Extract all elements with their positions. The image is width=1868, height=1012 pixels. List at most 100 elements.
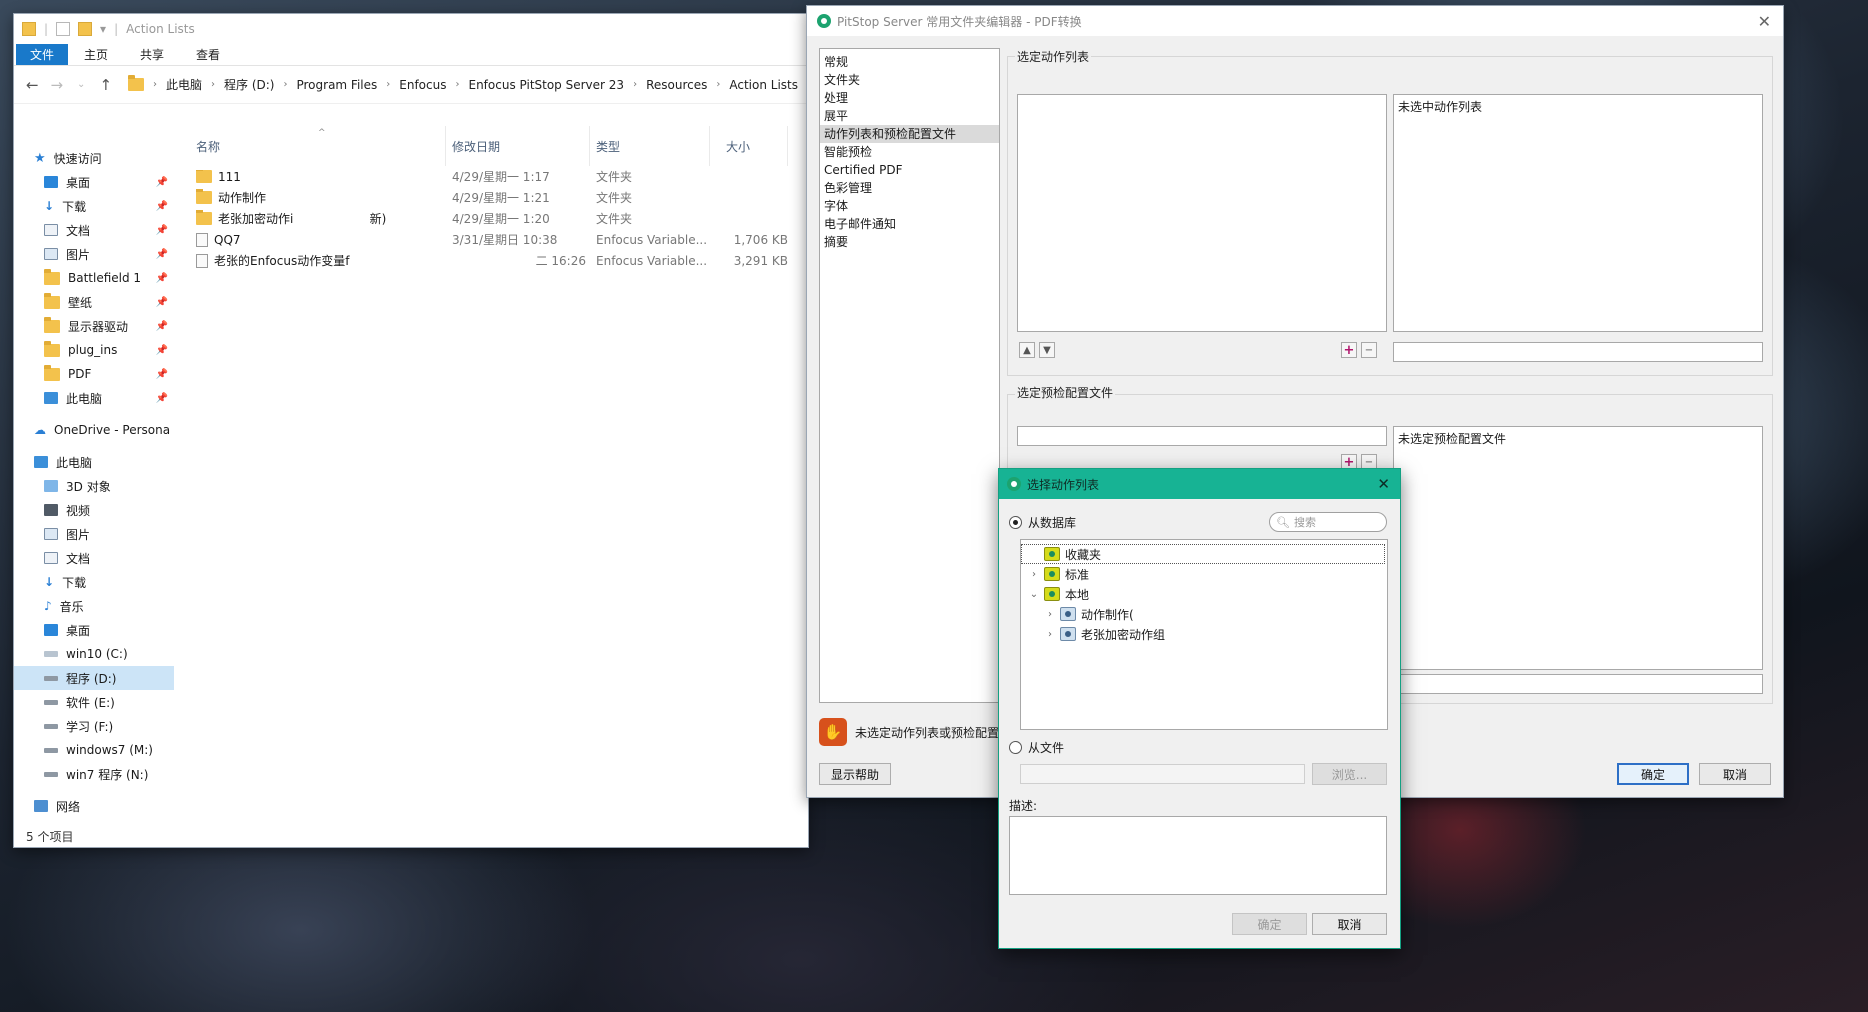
pin-icon[interactable]: 📌 xyxy=(156,345,168,356)
from-file-option[interactable]: 从文件 xyxy=(1009,739,1064,756)
breadcrumb-item[interactable]: Enfocus PitStop Server 23 xyxy=(468,78,624,92)
properties-checkbox-icon[interactable] xyxy=(56,22,71,36)
nav-wallpaper[interactable]: 壁纸 📌 xyxy=(14,290,174,314)
nav-pictures[interactable]: 图片 📌 xyxy=(14,242,174,266)
pin-icon[interactable]: 📌 xyxy=(156,369,168,380)
tree-node-favorites[interactable]: 收藏夹 xyxy=(1021,544,1385,564)
breadcrumb-item[interactable]: 此电脑 xyxy=(166,76,202,93)
browse-button[interactable]: 浏览... xyxy=(1312,763,1387,785)
table-row[interactable]: 动作制作 4/29/星期一 1:21 文件夹 xyxy=(190,187,808,208)
category-item-selected[interactable]: 动作列表和预检配置文件 xyxy=(820,125,999,143)
table-row[interactable]: QQ7 3/31/星期日 10:38 Enfocus Variable... 1… xyxy=(190,229,808,250)
breadcrumb-item[interactable]: 程序 (D:) xyxy=(224,76,274,93)
pin-icon[interactable]: 📌 xyxy=(156,177,168,188)
action-list-name-field[interactable] xyxy=(1393,342,1763,362)
category-item[interactable]: 处理 xyxy=(820,89,999,107)
tab-share[interactable]: 共享 xyxy=(124,44,180,65)
nav-desktop[interactable]: 桌面 📌 xyxy=(14,170,174,194)
tab-file[interactable]: 文件 xyxy=(16,44,69,65)
pin-icon[interactable]: 📌 xyxy=(156,249,168,260)
tree-node-standard[interactable]: › 标准 xyxy=(1021,564,1387,584)
nav-drive-c[interactable]: win10 (C:) xyxy=(14,642,174,666)
table-row[interactable]: 111 4/29/星期一 1:17 文件夹 xyxy=(190,166,808,187)
nav-drive-e[interactable]: 软件 (E:) xyxy=(14,690,174,714)
table-row[interactable]: 老张的Enfocus动作变量f 二 16:26 Enfocus Variable… xyxy=(190,250,808,271)
preflight-name-field[interactable] xyxy=(1393,674,1763,694)
quick-access-dropdown-icon[interactable]: ▾ xyxy=(100,22,106,36)
ok-button[interactable]: 确定 xyxy=(1617,763,1689,785)
category-item[interactable]: 展平 xyxy=(820,107,999,125)
nav-this-pc-quick[interactable]: 此电脑 📌 xyxy=(14,386,174,410)
breadcrumb[interactable]: › 此电脑 › 程序 (D:) › Program Files › Enfocu… xyxy=(128,75,798,93)
selected-action-list-box[interactable]: 未选中动作列表 xyxy=(1393,94,1763,332)
close-icon[interactable]: ✕ xyxy=(1758,12,1771,31)
show-help-button[interactable]: 显示帮助 xyxy=(819,763,891,785)
nav-videos[interactable]: 视频 xyxy=(14,498,174,522)
category-item[interactable]: 智能预检 xyxy=(820,143,999,161)
nav-plug-ins[interactable]: plug_ins 📌 xyxy=(14,338,174,362)
radio-unselected[interactable] xyxy=(1009,741,1022,754)
description-box[interactable] xyxy=(1009,816,1387,895)
from-database-option[interactable]: 从数据库 xyxy=(1009,514,1076,531)
remove-action-list-button[interactable]: − xyxy=(1361,342,1377,358)
category-item[interactable]: 色彩管理 xyxy=(820,179,999,197)
forward-arrow-icon[interactable]: → xyxy=(49,76,66,94)
pin-icon[interactable]: 📌 xyxy=(156,393,168,404)
nav-onedrive[interactable]: ☁ OneDrive - Persona xyxy=(14,418,174,442)
selected-preflight-box[interactable]: 未选定预检配置文件 xyxy=(1393,426,1763,670)
nav-display-driver[interactable]: 显示器驱动 📌 xyxy=(14,314,174,338)
tree-node-action-group[interactable]: › 动作制作( xyxy=(1021,604,1387,624)
chevron-down-icon[interactable]: ⌄ xyxy=(1029,589,1039,600)
nav-drive-f[interactable]: 学习 (F:) xyxy=(14,714,174,738)
pin-icon[interactable]: 📌 xyxy=(156,201,168,212)
column-size[interactable]: 大小 xyxy=(710,126,788,166)
nav-documents-pc[interactable]: 文档 xyxy=(14,546,174,570)
pin-icon[interactable]: 📌 xyxy=(156,225,168,236)
tab-view[interactable]: 查看 xyxy=(180,44,236,65)
close-icon[interactable]: ✕ xyxy=(1377,475,1390,493)
column-date[interactable]: 修改日期 xyxy=(446,126,590,166)
preflight-field[interactable] xyxy=(1017,426,1387,446)
breadcrumb-item[interactable]: Enfocus xyxy=(399,78,446,92)
breadcrumb-item[interactable]: Program Files xyxy=(296,78,377,92)
tree-node-local[interactable]: ⌄ 本地 xyxy=(1021,584,1387,604)
nav-documents[interactable]: 文档 📌 xyxy=(14,218,174,242)
available-action-lists[interactable] xyxy=(1017,94,1387,332)
nav-quick-access[interactable]: ★ 快速访问 xyxy=(14,146,174,170)
recent-chevron-icon[interactable]: ⌄ xyxy=(73,79,90,90)
nav-music[interactable]: ♪ 音乐 xyxy=(14,594,174,618)
tab-home[interactable]: 主页 xyxy=(68,44,124,65)
nav-drive-n[interactable]: win7 程序 (N:) xyxy=(14,762,174,786)
nav-drive-d[interactable]: 程序 (D:) xyxy=(14,666,174,690)
category-item[interactable]: 常规 xyxy=(820,53,999,71)
move-up-button[interactable]: ▲ xyxy=(1019,342,1035,358)
nav-battlefield[interactable]: Battlefield 1 📌 xyxy=(14,266,174,290)
breadcrumb-item[interactable]: Action Lists xyxy=(729,78,798,92)
nav-downloads[interactable]: ↓ 下载 📌 xyxy=(14,194,174,218)
pin-icon[interactable]: 📌 xyxy=(156,273,168,284)
search-input[interactable]: 🔍︎ 搜索 xyxy=(1269,512,1387,532)
nav-desktop-pc[interactable]: 桌面 xyxy=(14,618,174,642)
category-item[interactable]: 字体 xyxy=(820,197,999,215)
nav-drive-m[interactable]: windows7 (M:) xyxy=(14,738,174,762)
chevron-right-icon[interactable]: › xyxy=(1045,609,1055,620)
up-arrow-icon[interactable]: ↑ xyxy=(98,76,115,94)
category-item[interactable]: 文件夹 xyxy=(820,71,999,89)
table-row[interactable]: 老张加密动作i 新) 4/29/星期一 1:20 文件夹 xyxy=(190,208,808,229)
move-down-button[interactable]: ▼ xyxy=(1039,342,1055,358)
nav-pictures-pc[interactable]: 图片 xyxy=(14,522,174,546)
radio-selected[interactable] xyxy=(1009,516,1022,529)
chevron-right-icon[interactable]: › xyxy=(1045,629,1055,640)
nav-this-pc[interactable]: 此电脑 xyxy=(14,450,174,474)
nav-network[interactable]: 网络 xyxy=(14,794,174,818)
nav-pdf[interactable]: PDF 📌 xyxy=(14,362,174,386)
nav-downloads-pc[interactable]: ↓ 下载 xyxy=(14,570,174,594)
file-path-field[interactable] xyxy=(1020,764,1305,784)
add-action-list-button[interactable]: + xyxy=(1341,342,1357,358)
category-item[interactable]: 摘要 xyxy=(820,233,999,251)
category-item[interactable]: Certified PDF xyxy=(820,161,999,179)
pin-icon[interactable]: 📌 xyxy=(156,297,168,308)
tree-node-action-group[interactable]: › 老张加密动作组 xyxy=(1021,624,1387,644)
ok-button[interactable]: 确定 xyxy=(1232,913,1307,935)
new-folder-icon[interactable] xyxy=(78,22,93,36)
